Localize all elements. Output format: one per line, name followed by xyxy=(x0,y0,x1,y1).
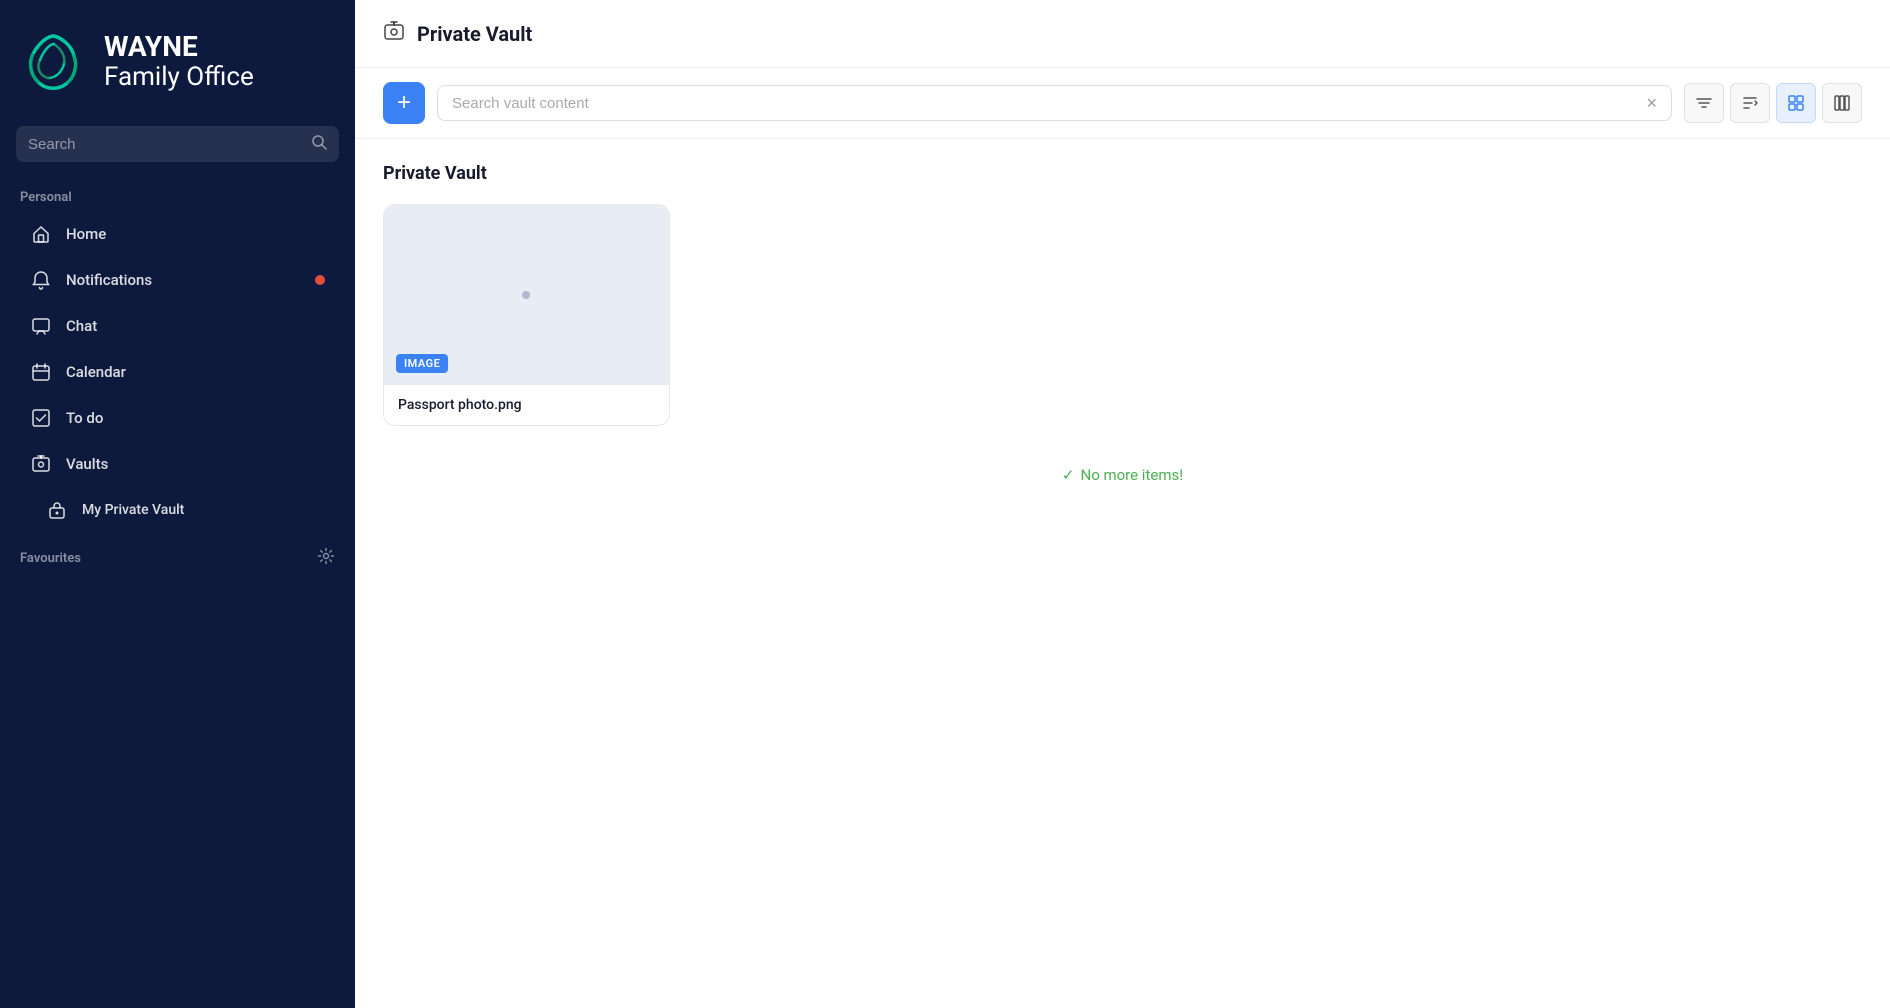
sidebar-item-todo[interactable]: To do xyxy=(10,396,345,440)
checkmark-icon: ✓ xyxy=(1062,466,1075,484)
brand-name-line2: Family Office xyxy=(104,63,254,92)
sidebar-search-box[interactable] xyxy=(16,126,339,162)
vault-lock-icon xyxy=(46,499,68,521)
vaults-icon xyxy=(30,453,52,475)
logo-text: WAYNE Family Office xyxy=(104,32,254,91)
sidebar-item-vaults-label: Vaults xyxy=(66,455,108,473)
bell-icon xyxy=(30,269,52,291)
content-area: Private Vault IMAGE Passport photo.png ✓… xyxy=(355,139,1890,1008)
vault-search-input[interactable] xyxy=(452,95,1636,112)
search-icon xyxy=(311,134,327,154)
sidebar-item-notifications-label: Notifications xyxy=(66,271,152,289)
home-icon xyxy=(30,223,52,245)
card-info: Passport photo.png xyxy=(384,385,669,425)
calendar-icon xyxy=(30,361,52,383)
personal-section-label: Personal xyxy=(0,182,355,211)
sidebar-item-home[interactable]: Home xyxy=(10,212,345,256)
section-title: Private Vault xyxy=(383,163,1862,184)
main-content: Private Vault + × xyxy=(355,0,1890,1008)
checkbox-icon xyxy=(30,407,52,429)
clear-search-button[interactable]: × xyxy=(1646,94,1657,112)
sidebar-item-my-private-vault-label: My Private Vault xyxy=(82,502,184,518)
sidebar-item-my-private-vault[interactable]: My Private Vault xyxy=(10,488,345,532)
sidebar: WAYNE Family Office Personal Home xyxy=(0,0,355,1008)
sidebar-item-calendar[interactable]: Calendar xyxy=(10,350,345,394)
toolbar: + × xyxy=(355,68,1890,139)
brand-name-line1: WAYNE xyxy=(104,32,254,63)
sidebar-item-calendar-label: Calendar xyxy=(66,363,126,381)
page-title: Private Vault xyxy=(417,22,532,46)
sidebar-item-chat[interactable]: Chat xyxy=(10,304,345,348)
grid-view-button[interactable] xyxy=(1776,83,1816,123)
sidebar-item-home-label: Home xyxy=(66,225,106,243)
sort-button[interactable] xyxy=(1730,83,1770,123)
vault-item-passport-photo[interactable]: IMAGE Passport photo.png xyxy=(383,204,670,426)
notification-dot xyxy=(315,275,325,285)
vault-search-box[interactable]: × xyxy=(437,85,1672,121)
chat-icon xyxy=(30,315,52,337)
sidebar-item-chat-label: Chat xyxy=(66,317,97,335)
view-controls xyxy=(1684,83,1862,123)
card-filename: Passport photo.png xyxy=(398,397,655,413)
no-more-items: ✓ No more items! xyxy=(383,466,1862,484)
favourites-header: Favourites xyxy=(0,533,355,575)
logo-area: WAYNE Family Office xyxy=(0,0,355,116)
favourites-label: Favourites xyxy=(20,551,81,566)
favourites-settings-icon[interactable] xyxy=(317,547,335,569)
vault-header-icon xyxy=(383,20,405,47)
page-header: Private Vault xyxy=(355,0,1890,68)
image-type-badge: IMAGE xyxy=(396,354,448,373)
sidebar-item-notifications[interactable]: Notifications xyxy=(10,258,345,302)
items-grid: IMAGE Passport photo.png xyxy=(383,204,1283,426)
logo-icon xyxy=(20,28,88,96)
sidebar-item-todo-label: To do xyxy=(66,409,103,427)
card-thumbnail: IMAGE xyxy=(384,205,669,385)
sidebar-item-vaults[interactable]: Vaults xyxy=(10,442,345,486)
columns-view-button[interactable] xyxy=(1822,83,1862,123)
add-button[interactable]: + xyxy=(383,82,425,124)
no-more-label: No more items! xyxy=(1081,466,1184,484)
filter-button[interactable] xyxy=(1684,83,1724,123)
thumbnail-dot xyxy=(522,291,530,299)
sidebar-search-input[interactable] xyxy=(28,136,303,153)
